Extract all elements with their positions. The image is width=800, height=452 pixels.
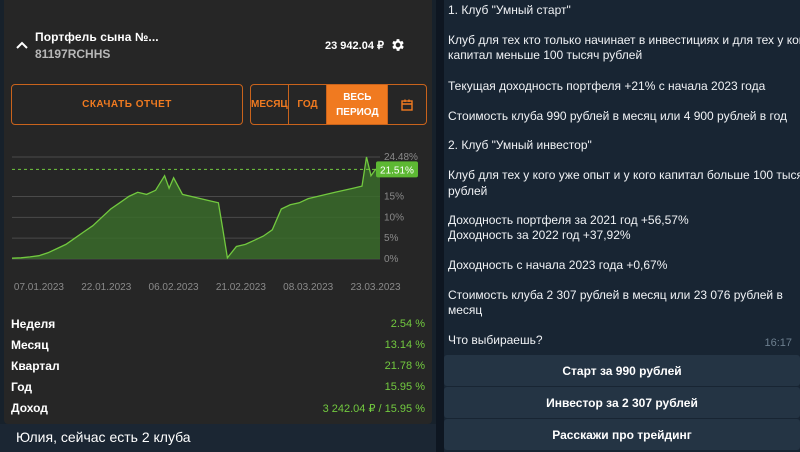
account-name: Портфель сына №... [35,30,159,44]
message-time: 16:17 [764,337,792,349]
x-tick-label: 21.02.2023 [216,282,266,293]
message-line: Доходность за 2022 год +37,92% [448,228,631,242]
stat-row-year: Год 15.95 % [4,377,432,398]
message-line: Клуб для тех у кого уже опыт и у кого ка… [448,168,800,182]
message-caption-text: Юлия, сейчас есть 2 клуба [16,429,191,445]
message-line: Стоимость клуба 990 рублей в месяц или 4… [448,109,788,123]
divider [436,0,444,452]
y-tick-label: 5% [384,233,399,244]
period-selector: МЕСЯЦ ГОД ВЕСЬ ПЕРИОД [250,84,427,125]
current-value-label: 21.51% [380,165,414,176]
account-header[interactable]: Портфель сына №... 81197RCHHS 23 942.04 … [4,14,432,74]
chat-message: 1. Клуб "Умный старт" Клуб для тех кто т… [444,0,800,452]
performance-chart: 21.51% 0% 5% 10% 15% 24.48% 07.01.2023 22.01.20… [11,152,418,293]
keyboard-button-investor[interactable]: Инвестор за 2 307 рублей [444,387,800,418]
y-tick-label: 24.48% [384,152,418,163]
stat-row-week: Неделя 2.54 % [4,314,432,335]
message-line: Доходность с начала 2023 года +0,67% [448,258,668,272]
chevron-up-icon[interactable] [16,40,28,50]
stat-label: Доход [11,401,48,415]
download-report-button[interactable]: СКАЧАТЬ ОТЧЕТ [11,84,243,125]
message-line: Клуб для тех кто только начинает в инвес… [448,33,800,47]
stat-row-quarter: Квартал 21.78 % [4,356,432,377]
stat-row-month: Месяц 13.14 % [4,335,432,356]
period-all-button[interactable]: ВЕСЬ ПЕРИОД [327,85,389,124]
message-line: капитал меньше 100 тысяч рублей [448,48,643,62]
stat-value: 13.14 % [384,339,425,351]
period-month-button[interactable]: МЕСЯЦ [251,85,289,124]
account-balance: 23 942.04 ₽ [325,40,384,52]
message-caption: Юлия, сейчас есть 2 клуба [0,424,436,452]
broker-screenshot: Портфель сына №... 81197RCHHS 23 942.04 … [0,0,436,452]
stat-value: 15.95 % [384,381,425,393]
message-line: 1. Клуб "Умный старт" [448,3,571,17]
message-line: месяц [448,303,483,317]
message-line: рублей [448,184,488,198]
stat-label: Месяц [11,338,49,352]
stat-row-income: Доход 3 242.04 ₽ / 15.95 % [4,398,432,419]
stat-value: 3 242.04 ₽ / 15.95 % [322,403,425,415]
stat-label: Год [11,380,32,394]
message-line: Текущая доходность портфеля +21% с начал… [448,79,766,93]
calendar-icon [401,99,413,111]
x-tick-label: 23.03.2023 [350,282,400,293]
y-tick-label: 15% [384,192,404,203]
stat-value: 2.54 % [390,318,425,330]
y-tick-label: 10% [384,212,404,223]
message-line: Что выбираешь? [448,333,543,347]
gear-icon[interactable] [390,37,406,53]
keyboard-button-trading[interactable]: Расскажи про трейдинг [444,419,800,450]
stat-value: 21.78 % [384,360,425,372]
x-tick-label: 07.01.2023 [14,282,64,293]
x-tick-label: 08.03.2023 [283,282,333,293]
message-line: Стоимость клуба 2 307 рублей в месяц или… [448,288,783,302]
message-line: Доходность портфеля за 2021 год +56,57% [448,213,689,227]
period-year-button[interactable]: ГОД [289,85,328,124]
stat-label: Неделя [11,317,56,331]
calendar-button[interactable] [388,85,426,124]
account-id: 81197RCHHS [35,47,111,61]
portfolio-card: Портфель сына №... 81197RCHHS 23 942.04 … [4,0,432,424]
x-tick-label: 06.02.2023 [149,282,199,293]
x-tick-label: 22.01.2023 [81,282,131,293]
stats-list: Неделя 2.54 % Месяц 13.14 % Квартал 21.7… [4,314,432,419]
stat-label: Квартал [11,359,60,373]
message-line: 2. Клуб "Умный инвестор" [448,138,592,152]
keyboard-button-start[interactable]: Старт за 990 рублей [444,355,800,386]
y-tick-label: 0% [384,254,399,265]
